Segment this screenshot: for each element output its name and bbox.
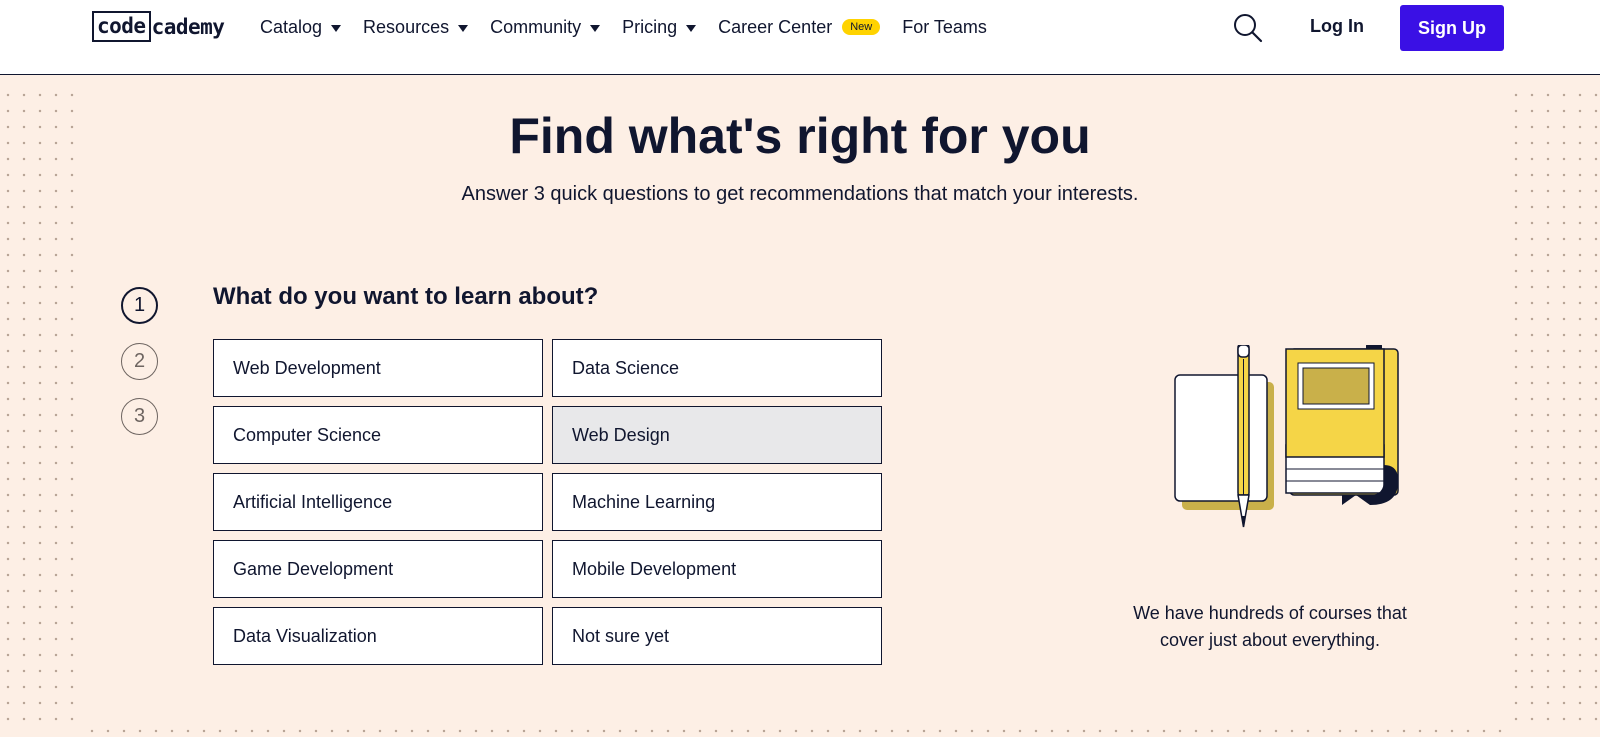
nav-career-center-label: Career Center <box>718 16 833 37</box>
dot-pattern-bottom <box>84 723 1508 737</box>
books-and-pencil-illustration <box>1174 345 1399 528</box>
step-3-indicator: 3 <box>121 398 158 435</box>
nav-for-teams[interactable]: For Teams <box>902 17 987 38</box>
option-artificial-intelligence[interactable]: Artificial Intelligence <box>213 473 543 531</box>
option-machine-learning[interactable]: Machine Learning <box>552 473 882 531</box>
courses-tagline: We have hundreds of courses that cover j… <box>1120 600 1420 654</box>
chevron-down-icon <box>331 24 342 32</box>
nav-pricing-label: Pricing <box>622 16 678 37</box>
nav-pricing[interactable]: Pricing <box>622 16 697 38</box>
page-subtitle: Answer 3 quick questions to get recommen… <box>461 183 1139 205</box>
nav-catalog-label: Catalog <box>260 16 323 37</box>
option-data-visualization[interactable]: Data Visualization <box>213 607 543 665</box>
nav-for-teams-label: For Teams <box>902 16 987 37</box>
main-nav: Catalog Resources Community Pricing Care… <box>260 0 1009 54</box>
top-header: code cademy Catalog Resources Community P… <box>0 0 1600 75</box>
option-not-sure-yet[interactable]: Not sure yet <box>552 607 882 665</box>
option-game-development[interactable]: Game Development <box>213 540 543 598</box>
step-2-indicator: 2 <box>121 343 158 380</box>
option-data-science[interactable]: Data Science <box>552 339 882 397</box>
options-grid: Web Development Data Science Computer Sc… <box>213 339 882 665</box>
option-web-design[interactable]: Web Design <box>552 406 882 464</box>
option-web-development[interactable]: Web Development <box>213 339 543 397</box>
login-link[interactable]: Log In <box>1310 16 1364 37</box>
signup-button[interactable]: Sign Up <box>1400 5 1504 51</box>
chevron-down-icon <box>458 24 469 32</box>
option-mobile-development[interactable]: Mobile Development <box>552 540 882 598</box>
new-badge: New <box>842 19 881 35</box>
quiz-section: Find what's right for you Answer 3 quick… <box>0 75 1600 737</box>
tagline-line-1: We have hundreds of courses that <box>1133 603 1407 623</box>
search-icon[interactable] <box>1233 13 1263 43</box>
question-heading: What do you want to learn about? <box>213 283 599 310</box>
nav-resources[interactable]: Resources <box>363 16 469 38</box>
nav-community-label: Community <box>490 16 582 37</box>
nav-community[interactable]: Community <box>490 16 601 38</box>
chevron-down-icon <box>686 24 697 32</box>
codecademy-logo[interactable]: code cademy <box>92 10 225 43</box>
nav-career-center[interactable]: Career Center New <box>718 16 881 38</box>
nav-catalog[interactable]: Catalog <box>260 16 342 38</box>
logo-box-text: code <box>92 11 151 42</box>
logo-rest-text: cademy <box>151 14 225 39</box>
nav-resources-label: Resources <box>363 16 450 37</box>
page-title: Find what's right for you <box>509 108 1091 164</box>
step-1-indicator: 1 <box>121 287 158 324</box>
tagline-line-2: cover just about everything. <box>1159 630 1381 650</box>
option-computer-science[interactable]: Computer Science <box>213 406 543 464</box>
chevron-down-icon <box>590 24 601 32</box>
